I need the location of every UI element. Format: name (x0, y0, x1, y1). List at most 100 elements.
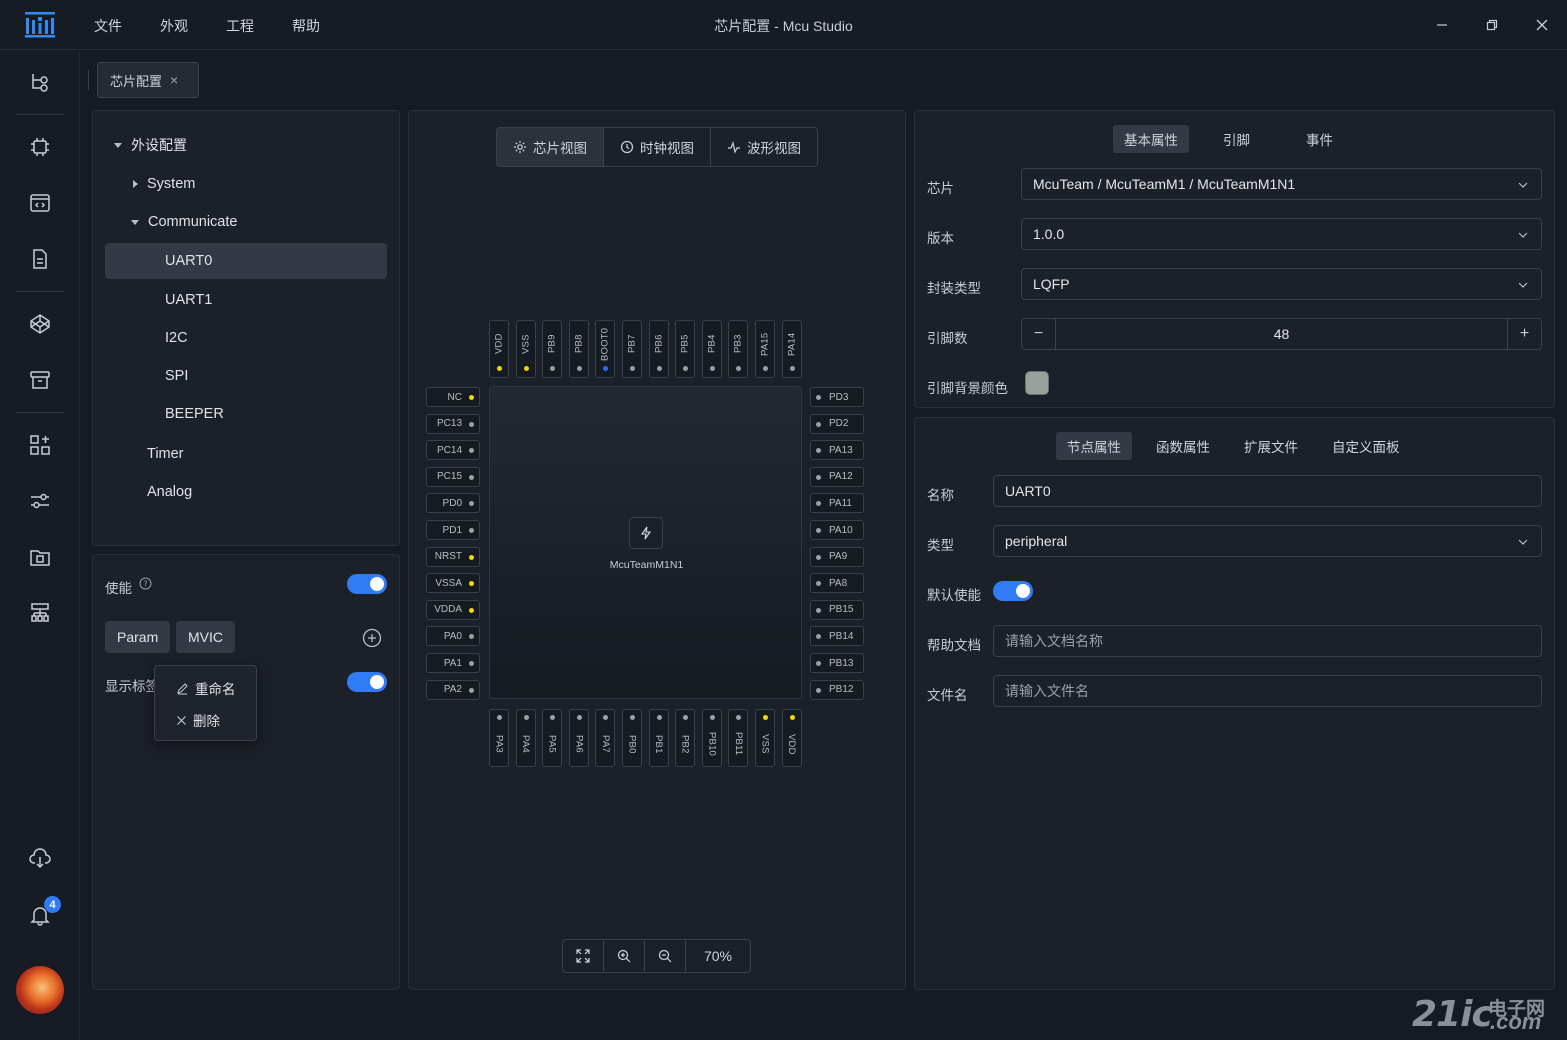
sitemap-icon[interactable] (27, 600, 53, 626)
avatar[interactable] (16, 966, 64, 1014)
component-icon[interactable] (27, 432, 53, 458)
add-circle-icon[interactable] (362, 628, 382, 648)
tree-item-timer[interactable]: Timer (93, 436, 184, 472)
name-input[interactable]: UART0 (993, 475, 1542, 507)
pin-pd0[interactable]: PD0 (426, 493, 480, 514)
pin-nrst[interactable]: NRST (426, 546, 480, 567)
minimize-button[interactable] (1431, 14, 1453, 36)
fit-screen-button[interactable] (563, 940, 604, 972)
pin-vssa[interactable]: VSSA (426, 573, 480, 594)
cloud-download-icon[interactable] (27, 845, 53, 871)
pin-pb6[interactable]: PB6 (648, 320, 669, 378)
pin-boot0[interactable]: BOOT0 (595, 320, 616, 378)
pin-pa8[interactable]: PA8 (810, 573, 864, 594)
pin-pa1[interactable]: PA1 (426, 653, 480, 673)
tab-basic-properties[interactable]: 基本属性 (1113, 125, 1189, 153)
close-window-button[interactable] (1531, 14, 1553, 36)
pin-pc13[interactable]: PC13 (426, 413, 480, 434)
chip-icon[interactable] (27, 134, 53, 160)
pin-pb14[interactable]: PB14 (810, 626, 864, 647)
pin-pa2[interactable]: PA2 (426, 679, 480, 700)
pin-pa6[interactable]: PA6 (568, 709, 589, 767)
pin-pa7[interactable]: PA7 (595, 709, 616, 767)
pin-vss[interactable]: VSS (755, 709, 775, 767)
pin-count-value[interactable]: 48 (1056, 326, 1507, 342)
pin-pa13[interactable]: PA13 (810, 440, 864, 461)
pin-pa4[interactable]: PA4 (515, 709, 536, 767)
pin-pd1[interactable]: PD1 (426, 520, 480, 540)
pin-pb15[interactable]: PB15 (810, 599, 864, 620)
pin-pd3[interactable]: PD3 (810, 387, 864, 407)
chip-select[interactable]: McuTeam / McuTeamM1 / McuTeamM1N1 (1021, 168, 1542, 200)
rename-menu-item[interactable]: 重命名 (155, 672, 256, 704)
tree-item-system[interactable]: System (93, 166, 195, 202)
archive-icon[interactable] (27, 367, 53, 393)
tree-item-spi[interactable]: SPI (93, 358, 188, 394)
pin-pb2[interactable]: PB2 (675, 709, 696, 767)
pin-pa3[interactable]: PA3 (489, 709, 509, 767)
param-chip[interactable]: Param (105, 621, 171, 653)
pin-pa11[interactable]: PA11 (810, 493, 864, 514)
show-label-toggle[interactable] (347, 672, 387, 692)
tree-item-uart1[interactable]: UART1 (93, 282, 212, 318)
pin-pa12[interactable]: PA12 (810, 466, 864, 487)
pin-pb12[interactable]: PB12 (810, 679, 864, 700)
tab-chip-config[interactable]: 芯片配置 × (97, 62, 199, 98)
decrement-button[interactable]: − (1022, 319, 1056, 349)
pin-pb7[interactable]: PB7 (622, 320, 642, 378)
pin-pb11[interactable]: PB11 (728, 709, 749, 767)
pin-pc15[interactable]: PC15 (426, 466, 480, 487)
tree-item-i2c[interactable]: I2C (93, 320, 188, 356)
pin-pa0[interactable]: PA0 (426, 626, 480, 647)
tab-extension-files[interactable]: 扩展文件 (1233, 432, 1309, 460)
pin-pb13[interactable]: PB13 (810, 653, 864, 673)
version-select[interactable]: 1.0.0 (1021, 218, 1542, 250)
pin-pa10[interactable]: PA10 (810, 520, 864, 540)
pin-vdd[interactable]: VDD (781, 709, 802, 767)
tab-node-properties[interactable]: 节点属性 (1056, 432, 1132, 460)
tab-pins[interactable]: 引脚 (1212, 125, 1261, 153)
tab-waveform-view[interactable]: 波形视图 (711, 128, 817, 166)
pin-pb1[interactable]: PB1 (648, 709, 669, 767)
pin-bg-color-swatch[interactable] (1025, 371, 1049, 395)
tab-events[interactable]: 事件 (1295, 125, 1344, 153)
tab-clock-view[interactable]: 时钟视图 (604, 128, 711, 166)
pin-pa5[interactable]: PA5 (542, 709, 563, 767)
pin-pb5[interactable]: PB5 (675, 320, 696, 378)
tree-item-analog[interactable]: Analog (93, 474, 192, 510)
type-select[interactable]: peripheral (993, 525, 1542, 557)
delete-menu-item[interactable]: 删除 (155, 704, 256, 736)
increment-button[interactable]: + (1507, 319, 1541, 349)
zoom-out-button[interactable] (645, 940, 686, 972)
tab-function-properties[interactable]: 函数属性 (1145, 432, 1221, 460)
pin-pb10[interactable]: PB10 (701, 709, 722, 767)
pin-pd2[interactable]: PD2 (810, 413, 864, 434)
tab-close-icon[interactable]: × (170, 72, 178, 88)
pin-pb3[interactable]: PB3 (728, 320, 749, 378)
pin-pa15[interactable]: PA15 (755, 320, 775, 378)
pin-pb9[interactable]: PB9 (542, 320, 563, 378)
tree-item-uart0[interactable]: UART0 (93, 243, 212, 279)
code-window-icon[interactable] (27, 190, 53, 216)
tree-root[interactable]: 外设配置 (93, 127, 187, 163)
zoom-in-button[interactable] (604, 940, 645, 972)
help-doc-input[interactable]: 请输入文档名称 (993, 625, 1542, 657)
tree-item-communicate[interactable]: Communicate (93, 204, 237, 240)
mvic-chip[interactable]: MVIC (176, 621, 235, 653)
pin-pa9[interactable]: PA9 (810, 546, 864, 567)
flow-icon[interactable] (27, 69, 53, 95)
document-icon[interactable] (27, 246, 53, 272)
restore-button[interactable] (1481, 14, 1503, 36)
default-enable-toggle[interactable] (993, 581, 1033, 601)
pin-pb4[interactable]: PB4 (701, 320, 722, 378)
help-circle-icon[interactable]: ? (139, 577, 152, 590)
pin-vss[interactable]: VSS (515, 320, 536, 378)
sliders-icon[interactable] (27, 488, 53, 514)
folder-icon[interactable] (27, 544, 53, 570)
package-select[interactable]: LQFP (1021, 268, 1542, 300)
pin-vdda[interactable]: VDDA (426, 599, 480, 620)
pin-pb0[interactable]: PB0 (622, 709, 642, 767)
file-name-input[interactable]: 请输入文件名 (993, 675, 1542, 707)
enable-toggle[interactable] (347, 574, 387, 594)
pin-pb8[interactable]: PB8 (568, 320, 589, 378)
